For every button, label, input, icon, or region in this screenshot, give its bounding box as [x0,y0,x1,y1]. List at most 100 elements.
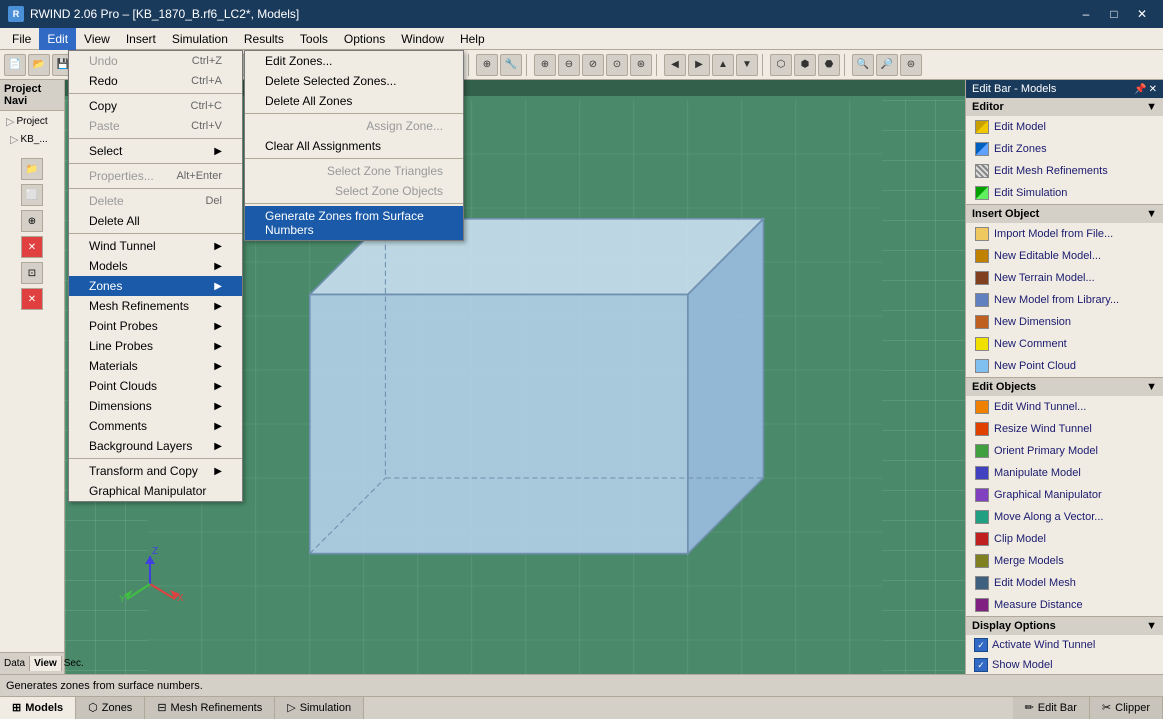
zones-edit[interactable]: Edit Zones... [245,51,463,71]
editor-header[interactable]: Editor ▼ [966,98,1163,116]
dd-zones[interactable]: Zones ▶ [69,276,242,296]
menu-edit[interactable]: Edit [39,28,76,50]
show-model-check[interactable]: ✓ [974,658,988,672]
panel-edit-mesh[interactable]: Edit Mesh Refinements [966,160,1163,182]
panel-new-dimension[interactable]: New Dimension [966,311,1163,333]
tab-edit-bar[interactable]: ✏ Edit Bar [1013,697,1090,719]
dd-delete[interactable]: Delete Del [69,191,242,211]
tb-btn24[interactable]: ▶ [688,54,710,76]
tb-btn29[interactable]: ⬣ [818,54,840,76]
dd-transform[interactable]: Transform and Copy ▶ [69,461,242,481]
tb-btn21[interactable]: ⊙ [606,54,628,76]
dd-redo[interactable]: Redo Ctrl+A [69,71,242,91]
tb-btn30[interactable]: 🔍 [852,54,874,76]
activate-wind-check[interactable]: ✓ [974,638,988,652]
tab-zones[interactable]: ⬡ Zones [76,697,145,719]
tb-btn23[interactable]: ◀ [664,54,686,76]
panel-move-vector[interactable]: Move Along a Vector... [966,506,1163,528]
edit-objects-header[interactable]: Edit Objects ▼ [966,378,1163,396]
tb-btn28[interactable]: ⬢ [794,54,816,76]
left-icon-3[interactable]: ⊕ [21,210,43,232]
left-tab-sections[interactable]: Sec. [62,656,86,671]
tb-btn31[interactable]: 🔎 [876,54,898,76]
dd-mesh-ref[interactable]: Mesh Refinements ▶ [69,296,242,316]
left-icon-5[interactable]: ⊡ [21,262,43,284]
zones-delete-selected[interactable]: Delete Selected Zones... [245,71,463,91]
menu-options[interactable]: Options [336,28,393,50]
dd-dimensions[interactable]: Dimensions ▶ [69,396,242,416]
panel-clip[interactable]: Clip Model [966,528,1163,550]
panel-new-editable[interactable]: New Editable Model... [966,245,1163,267]
tab-mesh[interactable]: ⊟ Mesh Refinements [145,697,275,719]
menu-results[interactable]: Results [236,28,292,50]
zones-generate[interactable]: Generate Zones from Surface Numbers [245,206,463,240]
dd-comments[interactable]: Comments ▶ [69,416,242,436]
tab-models[interactable]: ⊞ Models [0,697,76,719]
left-icon-6[interactable]: ✕ [21,288,43,310]
menu-view[interactable]: View [76,28,118,50]
tb-btn17[interactable]: 🔧 [500,54,522,76]
tb-btn25[interactable]: ▲ [712,54,734,76]
panel-edit-zones[interactable]: Edit Zones [966,138,1163,160]
tab-simulation[interactable]: ▷ Simulation [275,697,364,719]
menu-file[interactable]: File [4,28,39,50]
tab-clipper[interactable]: ✂ Clipper [1090,697,1163,719]
panel-edit-sim[interactable]: Edit Simulation [966,182,1163,204]
dd-select[interactable]: Select ▶ [69,141,242,161]
display-options-header[interactable]: Display Options ▼ [966,617,1163,635]
left-tab-view[interactable]: View [30,656,62,671]
panel-show-model[interactable]: ✓ Show Model [966,655,1163,674]
panel-import-model[interactable]: Import Model from File... [966,223,1163,245]
tb-btn19[interactable]: ⊖ [558,54,580,76]
tb-btn26[interactable]: ▼ [736,54,758,76]
panel-activate-wind[interactable]: ✓ Activate Wind Tunnel [966,635,1163,655]
panel-new-comment[interactable]: New Comment [966,333,1163,355]
left-icon-1[interactable]: 📁 [21,158,43,180]
panel-edit-model[interactable]: Edit Model [966,116,1163,138]
dd-wind-tunnel[interactable]: Wind Tunnel ▶ [69,236,242,256]
tb-btn27[interactable]: ⬡ [770,54,792,76]
minimize-button[interactable]: – [1073,4,1099,24]
dd-bg-layers[interactable]: Background Layers ▶ [69,436,242,456]
panel-edit-modelmesh[interactable]: Edit Model Mesh [966,572,1163,594]
panel-edit-wind[interactable]: Edit Wind Tunnel... [966,396,1163,418]
left-icon-2[interactable]: ⬜ [21,184,43,206]
insert-header[interactable]: Insert Object ▼ [966,205,1163,223]
tb-btn16[interactable]: ⊕ [476,54,498,76]
dd-copy[interactable]: Copy Ctrl+C [69,96,242,116]
tb-new[interactable]: 📄 [4,54,26,76]
dd-point-probes[interactable]: Point Probes ▶ [69,316,242,336]
tb-open[interactable]: 📂 [28,54,50,76]
tb-btn18[interactable]: ⊕ [534,54,556,76]
dd-properties[interactable]: Properties... Alt+Enter [69,166,242,186]
menu-window[interactable]: Window [393,28,452,50]
panel-orient-primary[interactable]: Orient Primary Model [966,440,1163,462]
menu-tools[interactable]: Tools [292,28,336,50]
tb-btn20[interactable]: ⊘ [582,54,604,76]
zones-select-tri[interactable]: Select Zone Triangles [245,161,463,181]
dd-undo[interactable]: Undo Ctrl+Z [69,51,242,71]
panel-new-library[interactable]: New Model from Library... [966,289,1163,311]
zones-assign[interactable]: Assign Zone... [245,116,463,136]
zones-delete-all[interactable]: Delete All Zones [245,91,463,111]
nav-kb[interactable]: ▷ KB_... [2,131,62,148]
dd-graphical-man[interactable]: Graphical Manipulator [69,481,242,501]
dd-line-probes[interactable]: Line Probes ▶ [69,336,242,356]
left-icon-4[interactable]: ✕ [21,236,43,258]
dd-delete-all[interactable]: Delete All [69,211,242,231]
nav-project[interactable]: ▷ Project [2,113,62,130]
right-panel-pin[interactable]: 📌 [1134,84,1146,95]
panel-resize-wind[interactable]: Resize Wind Tunnel [966,418,1163,440]
menu-help[interactable]: Help [452,28,493,50]
dd-models[interactable]: Models ▶ [69,256,242,276]
left-tab-data[interactable]: Data [0,656,30,671]
dd-point-clouds[interactable]: Point Clouds ▶ [69,376,242,396]
panel-new-pointcloud[interactable]: New Point Cloud [966,355,1163,377]
zones-clear[interactable]: Clear All Assignments [245,136,463,156]
menu-simulation[interactable]: Simulation [164,28,236,50]
tb-btn32[interactable]: ⊜ [900,54,922,76]
zones-select-obj[interactable]: Select Zone Objects [245,181,463,201]
tb-btn22[interactable]: ⊛ [630,54,652,76]
panel-graphical-man[interactable]: Graphical Manipulator [966,484,1163,506]
dd-materials[interactable]: Materials ▶ [69,356,242,376]
